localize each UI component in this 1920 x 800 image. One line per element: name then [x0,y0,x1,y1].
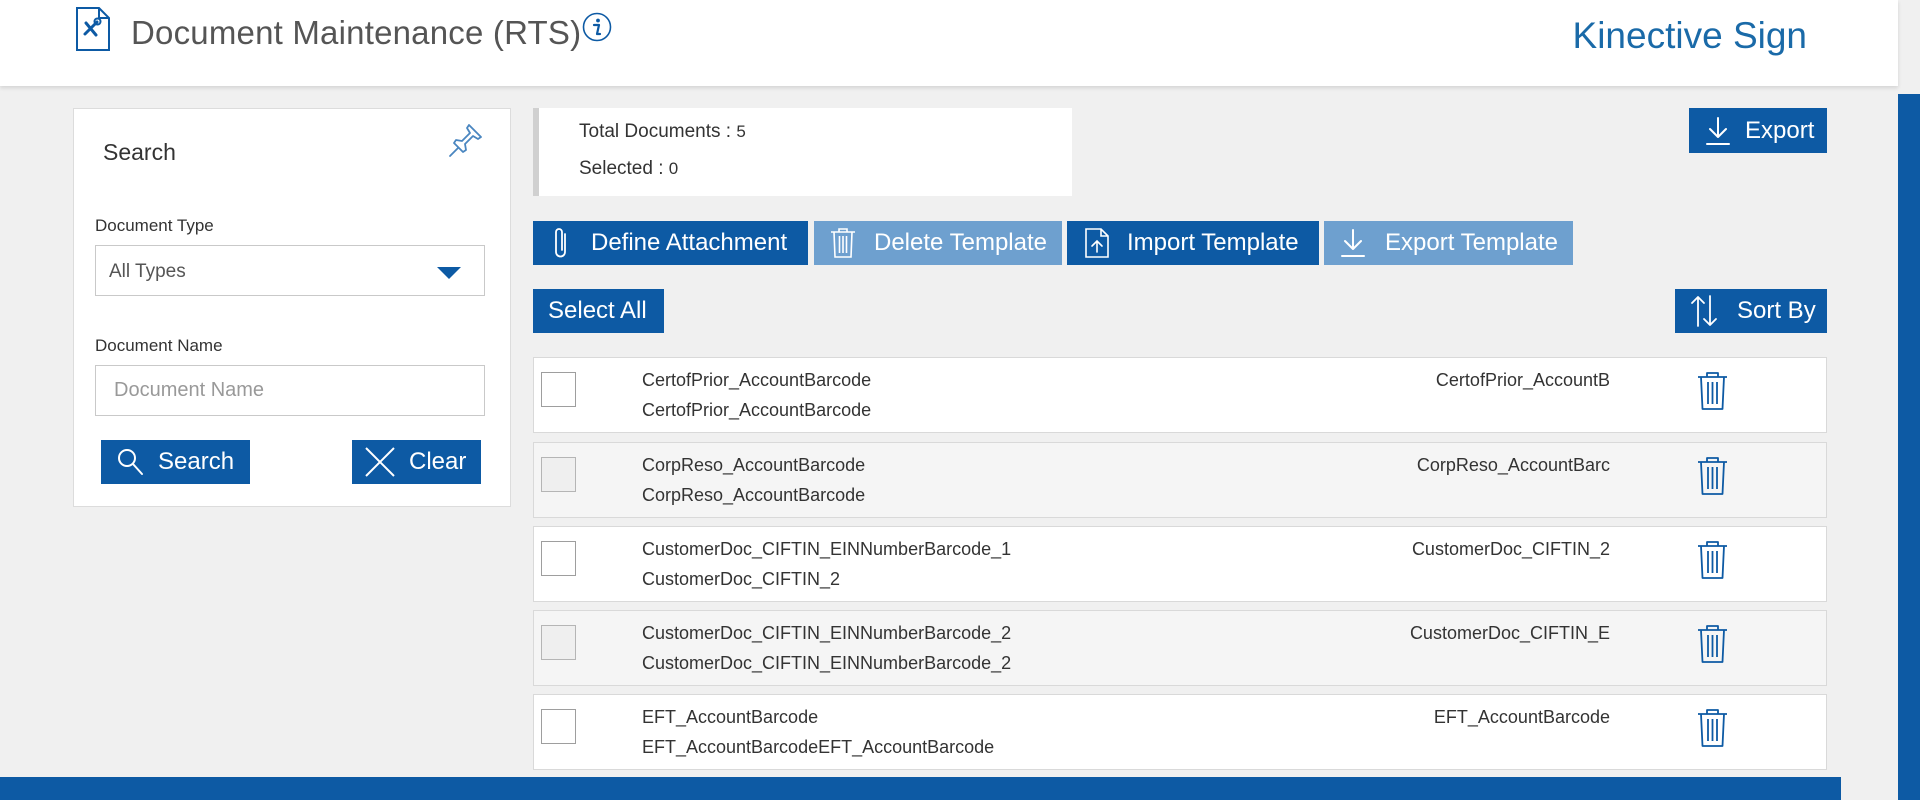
chevron-down-icon [437,267,461,279]
row-checkbox[interactable] [541,372,576,407]
selected-count: 0 [668,159,679,178]
document-type-select[interactable]: All Types [95,245,485,296]
define-attachment-button[interactable]: Define Attachment [533,221,808,265]
document-description: CertofPrior_AccountBarcode [642,400,872,420]
document-tools-icon [76,7,110,51]
select-all-button[interactable]: Select All [533,289,664,333]
delete-template-label: Delete Template [874,229,1047,256]
row-checkbox[interactable] [541,541,576,576]
document-description: EFT_AccountBarcodeEFT_AccountBarcode [642,737,995,757]
document-name: CustomerDoc_CIFTIN_EINNumberBarcode_1 [642,539,1012,559]
footer-bar [0,777,1841,800]
trash-icon[interactable] [1696,371,1729,411]
export-template-label: Export Template [1385,229,1558,256]
pin-icon[interactable] [447,119,487,159]
document-description: CustomerDoc_CIFTIN_2 [642,569,841,589]
document-name: CustomerDoc_CIFTIN_EINNumberBarcode_2 [642,623,1012,643]
document-type-label: Document Type [95,216,214,235]
clear-button[interactable]: Clear [352,440,481,484]
table-row[interactable]: EFT_AccountBarcode EFT_AccountBarcodeEFT… [533,694,1827,770]
page-title: Document Maintenance (RTS) [131,14,582,51]
clear-button-label: Clear [409,448,467,475]
download-icon [1341,229,1365,257]
trash-icon[interactable] [1696,540,1729,580]
table-row[interactable]: CustomerDoc_CIFTIN_EINNumberBarcode_2 Cu… [533,610,1827,686]
export-button-label: Export [1745,116,1815,144]
document-name-input[interactable] [95,365,485,416]
scrollbar[interactable] [1898,94,1920,800]
document-short-name: CustomerDoc_CIFTIN_E [1409,623,1610,643]
search-button[interactable]: Search [101,440,250,484]
document-name: EFT_AccountBarcode [642,707,819,727]
file-upload-icon [1085,228,1109,258]
sort-by-label: Sort By [1737,297,1816,324]
trash-icon[interactable] [1696,456,1729,496]
selected-label: Selected : [579,158,669,179]
row-checkbox[interactable] [541,457,576,492]
document-short-name: EFT_AccountBarcode [1433,707,1610,727]
info-icon[interactable] [582,12,612,42]
sort-by-button[interactable]: Sort By [1675,289,1827,333]
selected-documents: Selected : 0 [579,158,678,180]
document-short-name: CertofPrior_AccountB [1435,370,1610,390]
document-name-label: Document Name [95,336,223,355]
table-row[interactable]: CertofPrior_AccountBarcode CertofPrior_A… [533,357,1827,433]
row-checkbox[interactable] [541,709,576,744]
brand-name: Kinective Sign [1572,15,1807,56]
close-icon [365,447,395,477]
document-description: CustomerDoc_CIFTIN_EINNumberBarcode_2 [642,653,1012,673]
paperclip-icon [555,228,566,258]
table-row[interactable]: CorpReso_AccountBarcode CorpReso_Account… [533,442,1827,518]
delete-template-button[interactable]: Delete Template [814,221,1062,265]
define-attachment-label: Define Attachment [591,229,788,256]
document-name: CertofPrior_AccountBarcode [642,370,872,390]
search-button-label: Search [158,448,235,475]
search-panel: Search Document Type All Types Document … [73,108,511,507]
document-summary: Total Documents : 5 Selected : 0 [533,108,1072,196]
trash-icon[interactable] [1696,708,1729,748]
trash-icon[interactable] [1696,624,1729,664]
sort-icon [1691,295,1717,327]
import-template-label: Import Template [1127,229,1299,256]
table-row[interactable]: CustomerDoc_CIFTIN_EINNumberBarcode_1 Cu… [533,526,1827,602]
total-documents-label: Total Documents : [579,121,737,142]
search-panel-title: Search [103,139,176,165]
select-all-label: Select All [548,297,647,324]
export-template-button[interactable]: Export Template [1324,221,1573,265]
download-icon [1706,116,1730,145]
total-documents-count: 5 [736,122,746,141]
trash-icon [831,228,855,258]
document-short-name: CorpReso_AccountBarc [1416,455,1610,475]
import-template-button[interactable]: Import Template [1067,221,1319,265]
page-header: Document Maintenance (RTS) Kinective Sig… [0,0,1898,86]
search-icon [118,449,143,475]
document-short-name: CustomerDoc_CIFTIN_2 [1411,539,1610,559]
total-documents: Total Documents : 5 [579,121,746,143]
row-checkbox[interactable] [541,625,576,660]
document-name: CorpReso_AccountBarcode [642,455,866,475]
export-button[interactable]: Export [1689,108,1827,153]
document-description: CorpReso_AccountBarcode [642,485,866,505]
document-type-selected-value: All Types [109,261,186,282]
